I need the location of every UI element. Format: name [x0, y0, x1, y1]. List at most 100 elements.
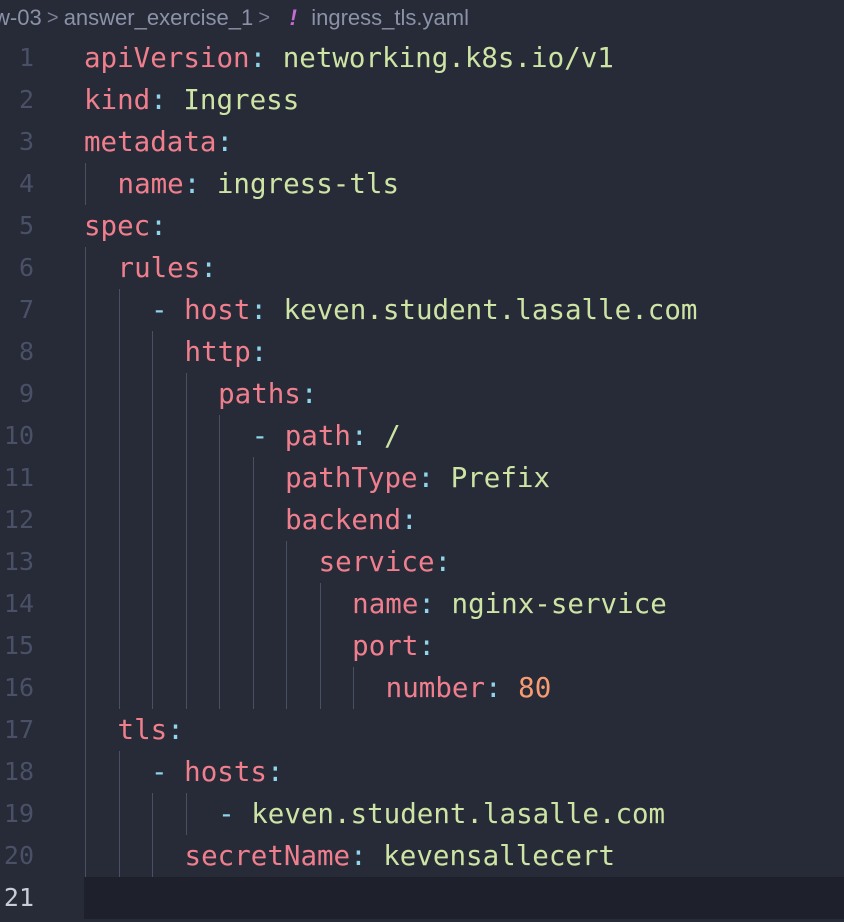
code-text: secretName: kevensallecert	[185, 835, 616, 877]
yaml-key: path	[284, 420, 351, 452]
code-line[interactable]: 2 kind: Ingress	[0, 79, 844, 121]
code-line[interactable]: 15 port:	[0, 625, 844, 667]
yaml-key: pathType	[285, 462, 418, 494]
code-line[interactable]: 13 service:	[0, 541, 844, 583]
code-line[interactable]: 12 backend:	[0, 499, 844, 541]
indent-guide	[152, 499, 154, 541]
yaml-colon: :	[249, 42, 267, 74]
code-line[interactable]: 16 number: 80	[0, 667, 844, 709]
indent-guide	[219, 625, 221, 667]
code-text: metadata:	[84, 121, 233, 163]
indent-guide	[185, 625, 187, 667]
yaml-colon: :	[250, 336, 268, 368]
code-line[interactable]: 7 - host: keven.student.lasalle.com	[0, 289, 844, 331]
code-line[interactable]: 9 paths:	[0, 373, 844, 415]
indent-guide	[152, 541, 154, 583]
code-line[interactable]: 17 tls:	[0, 709, 844, 751]
code-text: number: 80	[386, 667, 552, 709]
yaml-file-icon: !	[289, 5, 297, 30]
indent-guide	[85, 289, 86, 331]
yaml-colon: :	[350, 420, 368, 452]
line-number: 12	[3, 505, 34, 534]
code-line[interactable]: 6 rules:	[0, 247, 844, 289]
indent-guide	[219, 499, 221, 541]
code-line[interactable]: 20 secretName: kevensallecert	[0, 835, 844, 877]
indent-guide	[152, 373, 154, 415]
line-number: 10	[3, 421, 34, 450]
indent-guide	[118, 583, 120, 625]
indent-guide	[252, 667, 254, 709]
line-number: 13	[3, 547, 34, 576]
code-line[interactable]: 1 apiVersion: networking.k8s.io/v1	[0, 37, 844, 79]
chevron-right-icon: >	[258, 6, 271, 29]
indent-guide	[118, 415, 120, 457]
yaml-colon: :	[183, 168, 201, 200]
indent-guide	[185, 793, 187, 835]
yaml-key: http	[184, 336, 251, 368]
indent-guide	[85, 709, 86, 751]
code-editor[interactable]: 1 apiVersion: networking.k8s.io/v1 2 kind: …	[0, 37, 844, 919]
indent-guide	[85, 247, 86, 289]
code-text: - hosts:	[151, 751, 283, 793]
yaml-key: rules	[117, 252, 201, 284]
breadcrumb-item-folder[interactable]: w-03	[0, 5, 42, 31]
code-line[interactable]: 11 pathType: Prefix	[0, 457, 844, 499]
indent-guide	[252, 541, 254, 583]
line-number: 5	[18, 211, 34, 240]
line-number: 20	[3, 841, 34, 870]
indent-guide	[252, 499, 254, 541]
yaml-key: number	[385, 672, 486, 704]
yaml-colon: :	[150, 210, 167, 242]
yaml-colon: :	[266, 756, 284, 788]
list-dash: -	[251, 420, 269, 452]
indent-guide	[185, 583, 187, 625]
indent-guide	[85, 541, 86, 583]
line-number: 21	[3, 883, 34, 912]
indent-guide	[118, 331, 120, 373]
list-dash: -	[151, 756, 168, 788]
code-line[interactable]: 5 spec:	[0, 205, 844, 247]
code-line[interactable]: 14 name: nginx-service	[0, 583, 844, 625]
code-line[interactable]: 19 - keven.student.lasalle.com	[0, 793, 844, 835]
indent-guide	[252, 625, 254, 667]
line-number: 11	[3, 463, 34, 492]
code-text: spec:	[84, 205, 167, 247]
yaml-key: apiVersion	[84, 42, 250, 74]
indent-guide	[118, 625, 120, 667]
indent-guide	[286, 625, 288, 667]
indent-guide	[219, 541, 221, 583]
code-text: paths:	[218, 373, 317, 415]
indent-guide	[85, 457, 86, 499]
code-text: name: ingress-tls	[118, 163, 399, 205]
code-text: - path: /	[252, 415, 401, 457]
yaml-key: hosts	[184, 756, 267, 788]
breadcrumb-item-subfolder[interactable]: answer_exercise_1	[64, 5, 254, 31]
code-line[interactable]: 4 name: ingress-tls	[0, 163, 844, 205]
line-number: 14	[3, 589, 34, 618]
yaml-key: name	[352, 588, 419, 620]
line-number: 16	[3, 673, 34, 702]
indent-guide	[353, 667, 355, 709]
yaml-key: host	[184, 294, 251, 326]
yaml-colon: :	[418, 588, 435, 620]
code-line[interactable]: 18 - hosts:	[0, 751, 844, 793]
code-line[interactable]: 10 - path: /	[0, 415, 844, 457]
code-text: port:	[352, 625, 435, 667]
yaml-key: spec	[84, 210, 151, 242]
indent-guide	[152, 667, 154, 709]
yaml-colon: :	[401, 504, 418, 536]
line-number: 3	[18, 127, 34, 156]
code-line[interactable]: 8 http:	[0, 331, 844, 373]
indent-guide	[185, 541, 187, 583]
list-dash: -	[218, 798, 235, 830]
indent-guide	[85, 331, 86, 373]
code-line[interactable]: 21	[0, 877, 844, 919]
indent-guide	[85, 163, 86, 205]
breadcrumb-item-file[interactable]: ingress_tls.yaml	[311, 5, 469, 31]
indent-guide	[252, 457, 254, 499]
indent-guide	[152, 793, 154, 835]
code-line[interactable]: 3 metadata:	[0, 121, 844, 163]
code-text: pathType: Prefix	[285, 457, 550, 499]
yaml-value: kevensallecert	[383, 840, 616, 872]
yaml-value: /	[384, 420, 401, 452]
